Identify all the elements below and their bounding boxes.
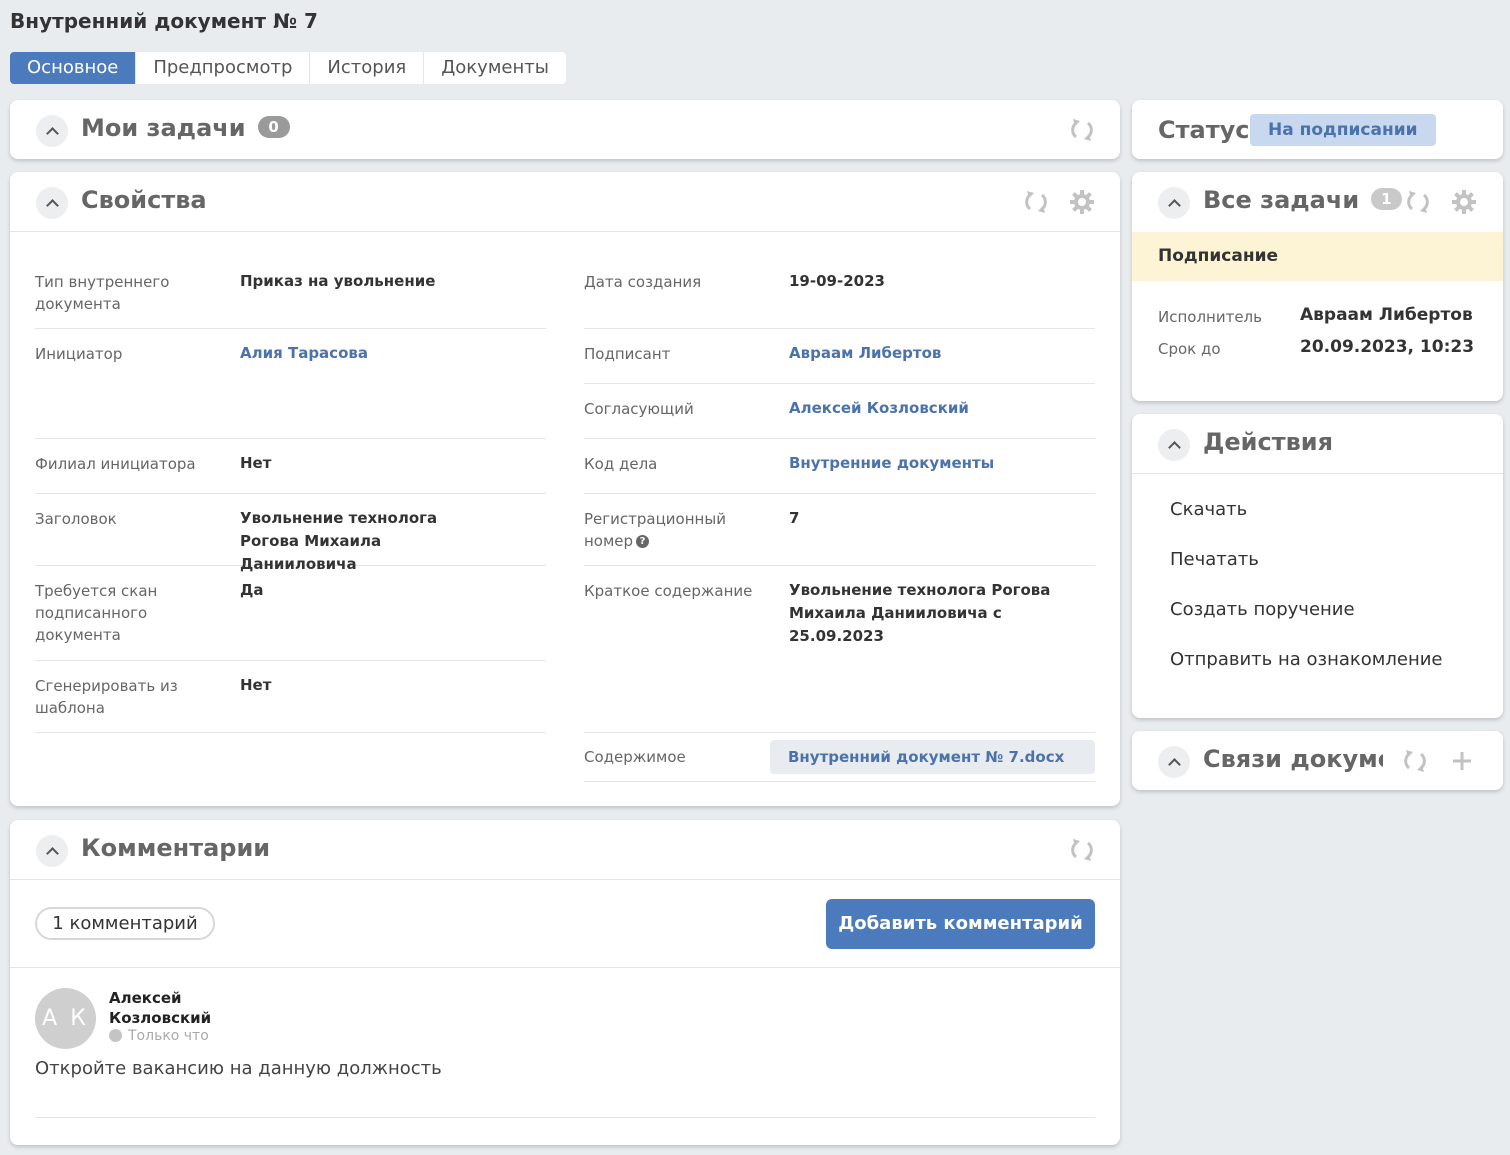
links-title: Связи докумен bbox=[1203, 745, 1383, 773]
property-label: Краткое содержание bbox=[584, 582, 753, 600]
refresh-icon[interactable] bbox=[1068, 116, 1096, 144]
case-code-link[interactable]: Внутренние документы bbox=[789, 452, 994, 475]
refresh-icon[interactable] bbox=[1068, 836, 1096, 864]
tab-main[interactable]: Основное bbox=[10, 52, 137, 84]
property-row: Инициатор Алия Тарасова bbox=[35, 329, 546, 439]
task-name[interactable]: Подписание bbox=[1132, 232, 1503, 281]
all-tasks-panel: Все задачи 1 Подписание Исполнитель Авраа… bbox=[1132, 172, 1503, 401]
document-links-panel: Связи докумен bbox=[1132, 731, 1503, 790]
property-label: Заголовок bbox=[35, 510, 117, 528]
action-create-order[interactable]: Создать поручение bbox=[1170, 599, 1355, 620]
property-label: Код дела bbox=[584, 455, 658, 473]
task-count-badge: 1 bbox=[1371, 188, 1402, 210]
help-icon[interactable]: ? bbox=[636, 535, 650, 548]
executor-label: Исполнитель bbox=[1158, 308, 1262, 326]
property-row: Тип внутреннего документа Приказ на увол… bbox=[35, 268, 546, 329]
properties-title: Свойства bbox=[81, 186, 207, 214]
property-label: Регистрационный номер? bbox=[584, 508, 744, 552]
divider bbox=[10, 967, 1120, 968]
divider bbox=[35, 1117, 1095, 1118]
due-value: 20.09.2023, 10:23 bbox=[1300, 337, 1475, 357]
tab-documents[interactable]: Документы bbox=[424, 52, 566, 84]
action-download[interactable]: Скачать bbox=[1170, 499, 1247, 520]
collapse-button[interactable] bbox=[1158, 746, 1190, 778]
gear-icon[interactable] bbox=[1450, 188, 1478, 216]
property-row: Заголовок Увольнение технолога Рогова Ми… bbox=[35, 494, 546, 573]
status-label: Статус bbox=[1158, 116, 1250, 144]
add-comment-button[interactable]: Добавить комментарий bbox=[826, 899, 1095, 949]
approver-link[interactable]: Алексей Козловский bbox=[789, 397, 969, 420]
property-value: Да bbox=[240, 581, 264, 599]
property-row: Регистрационный номер? 7 bbox=[584, 494, 1095, 566]
panel-title: Мои задачи 0 bbox=[81, 114, 290, 142]
page-title: Внутренний документ № 7 bbox=[10, 9, 318, 33]
initiator-link[interactable]: Алия Тарасова bbox=[240, 342, 368, 365]
property-row: Содержимое Внутренний документ № 7.docx bbox=[584, 740, 1095, 782]
property-label: Дата создания bbox=[584, 273, 702, 291]
collapse-button[interactable] bbox=[1158, 187, 1190, 219]
property-row: Филиал инициатора Нет bbox=[35, 439, 546, 494]
executor-value: Авраам Либертов bbox=[1300, 305, 1473, 325]
file-link[interactable]: Внутренний документ № 7.docx bbox=[770, 740, 1095, 774]
property-row: Дата создания 19-09-2023 bbox=[584, 268, 1095, 329]
registration-number-label: Регистрационный номер bbox=[584, 510, 726, 550]
property-label: Филиал инициатора bbox=[35, 455, 196, 473]
comments-title: Комментарии bbox=[81, 834, 271, 862]
properties-panel: Свойства Тип внутреннего документа Прика… bbox=[10, 172, 1120, 806]
actions-title: Действия bbox=[1203, 428, 1334, 456]
gear-icon[interactable] bbox=[1068, 188, 1096, 216]
comment-text: Откройте вакансию на данную должность bbox=[35, 1058, 442, 1079]
property-row: Краткое содержание Увольнение технолога … bbox=[584, 566, 1095, 733]
action-print[interactable]: Печатать bbox=[1170, 549, 1259, 570]
due-label: Срок до bbox=[1158, 340, 1221, 358]
property-row: Подписант Авраам Либертов bbox=[584, 329, 1095, 384]
tab-preview[interactable]: Предпросмотр bbox=[136, 52, 311, 84]
comment-author: Алексей Козловский bbox=[109, 989, 212, 1027]
status-badge: На подписании bbox=[1250, 114, 1436, 146]
refresh-icon[interactable] bbox=[1401, 747, 1429, 775]
panel-title: Все задачи 1 bbox=[1203, 186, 1402, 214]
property-value: 19-09-2023 bbox=[789, 272, 885, 290]
collapse-button[interactable] bbox=[36, 187, 68, 219]
clock-icon bbox=[109, 1028, 122, 1042]
task-count-badge: 0 bbox=[257, 116, 290, 138]
property-label: Содержимое bbox=[584, 748, 686, 766]
collapse-button[interactable] bbox=[36, 115, 68, 147]
property-label: Подписант bbox=[584, 345, 671, 363]
refresh-icon[interactable] bbox=[1404, 188, 1432, 216]
add-icon[interactable] bbox=[1448, 747, 1476, 775]
collapse-button[interactable] bbox=[1158, 429, 1190, 461]
property-label: Сгенерировать из шаблона bbox=[35, 677, 178, 717]
property-label: Требуется скан подписанного документа bbox=[35, 582, 158, 644]
property-row: Сгенерировать из шаблона Нет bbox=[35, 661, 546, 733]
collapse-button[interactable] bbox=[36, 835, 68, 867]
tab-bar: Основное Предпросмотр История Документы bbox=[10, 52, 566, 84]
tab-history[interactable]: История bbox=[310, 52, 425, 84]
property-value: Приказ на увольнение bbox=[240, 272, 436, 290]
property-label: Инициатор bbox=[35, 345, 123, 363]
comment-time: Только что bbox=[109, 1028, 209, 1044]
property-value: 7 bbox=[789, 509, 800, 527]
comment-count: 1 комментарий bbox=[35, 907, 215, 940]
avatar: А К bbox=[35, 988, 96, 1049]
all-tasks-title: Все задачи bbox=[1203, 186, 1360, 214]
property-value: Нет bbox=[240, 454, 272, 472]
property-label: Согласующий bbox=[584, 400, 694, 418]
my-tasks-title: Мои задачи bbox=[81, 114, 246, 142]
property-row: Требуется скан подписанного документа Да bbox=[35, 566, 546, 661]
signer-link[interactable]: Авраам Либертов bbox=[789, 342, 941, 365]
property-row: Согласующий Алексей Козловский bbox=[584, 384, 1095, 439]
status-panel: Статус На подписании bbox=[1132, 100, 1503, 159]
comments-panel: Комментарии 1 комментарий Добавить комме… bbox=[10, 820, 1120, 1145]
refresh-icon[interactable] bbox=[1022, 188, 1050, 216]
property-value: Нет bbox=[240, 676, 272, 694]
my-tasks-panel: Мои задачи 0 bbox=[10, 100, 1120, 159]
property-label: Тип внутреннего документа bbox=[35, 273, 170, 313]
comment-time-text: Только что bbox=[128, 1028, 209, 1044]
actions-panel: Действия Скачать Печатать Создать поруче… bbox=[1132, 414, 1503, 718]
property-row: Код дела Внутренние документы bbox=[584, 439, 1095, 494]
action-send-familiarization[interactable]: Отправить на ознакомление bbox=[1170, 649, 1443, 670]
property-value: Увольнение технолога Рогова Михаила Дани… bbox=[789, 581, 1051, 645]
